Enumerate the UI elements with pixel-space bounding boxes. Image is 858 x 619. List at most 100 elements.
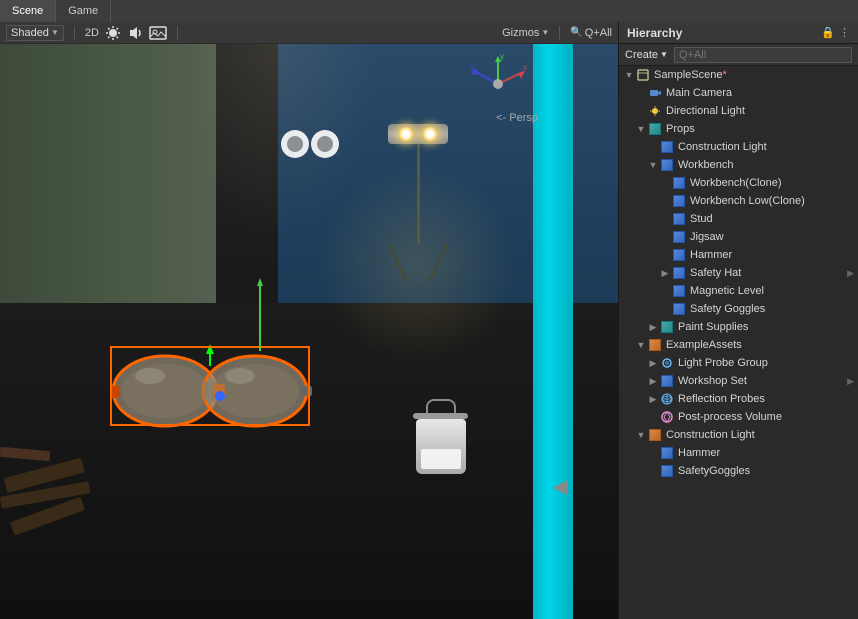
workbench-cube-icon	[661, 159, 673, 171]
hammer1-icon	[671, 247, 687, 263]
workbench-icon	[659, 157, 675, 173]
tab-scene[interactable]: Scene	[0, 0, 56, 22]
hierarchy-item-constlight1[interactable]: Construction Light	[619, 138, 858, 156]
workshopset-arrow[interactable]	[647, 372, 659, 390]
lightprobegroup-arrow[interactable]	[647, 354, 659, 372]
samplescene-icon	[635, 67, 651, 83]
toolbar-sep-2	[177, 26, 178, 40]
constlight1-label: Construction Light	[678, 141, 854, 153]
safetygoggles-prop-arrow	[659, 300, 671, 318]
hierarchy-menu-icon[interactable]: ⋮	[839, 26, 850, 39]
hierarchy-item-props[interactable]: Props	[619, 120, 858, 138]
hierarchy-item-safetyhat[interactable]: Safety Hat ▶	[619, 264, 858, 282]
hammer2-label: Hammer	[678, 447, 854, 459]
maglevel-cube-icon	[673, 285, 685, 297]
exampleassets-cube-icon	[649, 339, 661, 351]
create-button[interactable]: Create ▼	[625, 49, 668, 61]
hierarchy-item-exampleassets[interactable]: ExampleAssets	[619, 336, 858, 354]
shading-dropdown[interactable]: Shaded ▼	[6, 25, 64, 41]
bucket-handle	[426, 399, 456, 413]
wbclone-arrow	[659, 174, 671, 192]
hierarchy-item-samplescene[interactable]: SampleScene*	[619, 66, 858, 84]
stud-arrow	[659, 210, 671, 228]
props-label: Props	[666, 123, 854, 135]
hierarchy-item-dirlight[interactable]: Directional Light	[619, 102, 858, 120]
camera-orient-gizmo[interactable]: y x z	[468, 54, 528, 114]
wbclone-label: Workbench(Clone)	[690, 177, 854, 189]
wblowclone-label: Workbench Low(Clone)	[690, 195, 854, 207]
safetyhat-chevron-icon: ▶	[847, 268, 854, 279]
create-label: Create	[625, 49, 658, 61]
hierarchy-item-stud[interactable]: Stud	[619, 210, 858, 228]
wblowclone-icon	[671, 193, 687, 209]
hierarchy-item-lightprobegroup[interactable]: Light Probe Group	[619, 354, 858, 372]
safetyhat-label: Safety Hat	[690, 267, 845, 279]
gizmos-dropdown[interactable]: Gizmos ▼	[502, 27, 549, 39]
hierarchy-header: Hierarchy 🔒 ⋮	[619, 22, 858, 44]
fx-toggle[interactable]	[149, 25, 167, 41]
safetygoggles-prop-cube-icon	[673, 303, 685, 315]
stud-label: Stud	[690, 213, 854, 225]
workshopset-chevron-icon: ▶	[847, 376, 854, 387]
hierarchy-item-reflprobes[interactable]: Reflection Probes	[619, 390, 858, 408]
workshopset-label: Workshop Set	[678, 375, 845, 387]
hierarchy-item-workbench[interactable]: Workbench	[619, 156, 858, 174]
tab-game[interactable]: Game	[56, 0, 111, 22]
hierarchy-item-hammer2[interactable]: Hammer	[619, 444, 858, 462]
hierarchy-title: Hierarchy	[627, 26, 821, 40]
hierarchy-item-safetygoggles-prop[interactable]: Safety Goggles	[619, 300, 858, 318]
hierarchy-item-maglevel[interactable]: Magnetic Level	[619, 282, 858, 300]
workbench-arrow[interactable]	[647, 156, 659, 174]
hierarchy-lock-icon[interactable]: 🔒	[821, 26, 835, 39]
q-all-icon: 🔍	[570, 27, 582, 38]
audio-toggle[interactable]	[127, 25, 143, 41]
reflprobes-arrow[interactable]	[647, 390, 659, 408]
safetyhat-arrow[interactable]	[659, 264, 671, 282]
hierarchy-item-safetygoggles2[interactable]: SafetyGoggles	[619, 462, 858, 480]
gizmos-chevron-icon: ▼	[541, 28, 549, 37]
samplescene-arrow[interactable]	[623, 66, 635, 84]
light-leg-right	[429, 244, 448, 281]
viewport[interactable]: y x z <- Persp	[0, 44, 618, 619]
wbclone-icon	[671, 175, 687, 191]
construction-light-stand	[388, 124, 448, 284]
svg-text:x: x	[523, 63, 527, 72]
hierarchy-item-workbench-clone[interactable]: Workbench(Clone)	[619, 174, 858, 192]
goggles-svg	[100, 336, 320, 436]
hierarchy-item-paintsupplies[interactable]: Paint Supplies	[619, 318, 858, 336]
shading-label: Shaded	[11, 27, 49, 39]
fx-icon	[149, 25, 167, 41]
hierarchy-item-workshopset[interactable]: Workshop Set ▶	[619, 372, 858, 390]
toolbar-sep-1	[74, 26, 75, 40]
hierarchy-item-hammer1[interactable]: Hammer	[619, 246, 858, 264]
hierarchy-item-jigsaw[interactable]: Jigsaw	[619, 228, 858, 246]
hierarchy-list: SampleScene* Main Camera Directional Lig…	[619, 66, 858, 619]
paintsupplies-icon	[659, 319, 675, 335]
jigsaw-icon	[671, 229, 687, 245]
safetygoggles-prop-label: Safety Goggles	[690, 303, 854, 315]
2d-button[interactable]: 2D	[85, 27, 99, 39]
constlight2-arrow[interactable]	[635, 426, 647, 444]
tab-bar: Scene Game	[0, 0, 858, 22]
hierarchy-search[interactable]	[674, 47, 852, 63]
speaker-icon: ◀	[553, 474, 568, 499]
light-toggle[interactable]	[105, 25, 121, 41]
exampleassets-arrow[interactable]	[635, 336, 647, 354]
tab-scene-label: Scene	[12, 5, 43, 17]
hierarchy-item-postprocess[interactable]: Post-process Volume	[619, 408, 858, 426]
hierarchy-item-maincamera[interactable]: Main Camera	[619, 84, 858, 102]
light-pole	[417, 144, 420, 244]
wbclone-cube-icon	[673, 177, 685, 189]
search-all[interactable]: 🔍 Q+All	[570, 27, 612, 39]
safetygoggles2-label: SafetyGoggles	[678, 465, 854, 477]
workbench-label: Workbench	[678, 159, 854, 171]
reflprobes-label: Reflection Probes	[678, 393, 854, 405]
props-arrow[interactable]	[635, 120, 647, 138]
camera-svg	[270, 124, 350, 164]
light-leg-left	[388, 244, 407, 281]
scene-toolbar: Shaded ▼ 2D	[0, 22, 618, 44]
paintsupplies-arrow[interactable]	[647, 318, 659, 336]
paintsupplies-label: Paint Supplies	[678, 321, 854, 333]
hierarchy-item-workbench-low-clone[interactable]: Workbench Low(Clone)	[619, 192, 858, 210]
hierarchy-item-constlight2[interactable]: Construction Light	[619, 426, 858, 444]
